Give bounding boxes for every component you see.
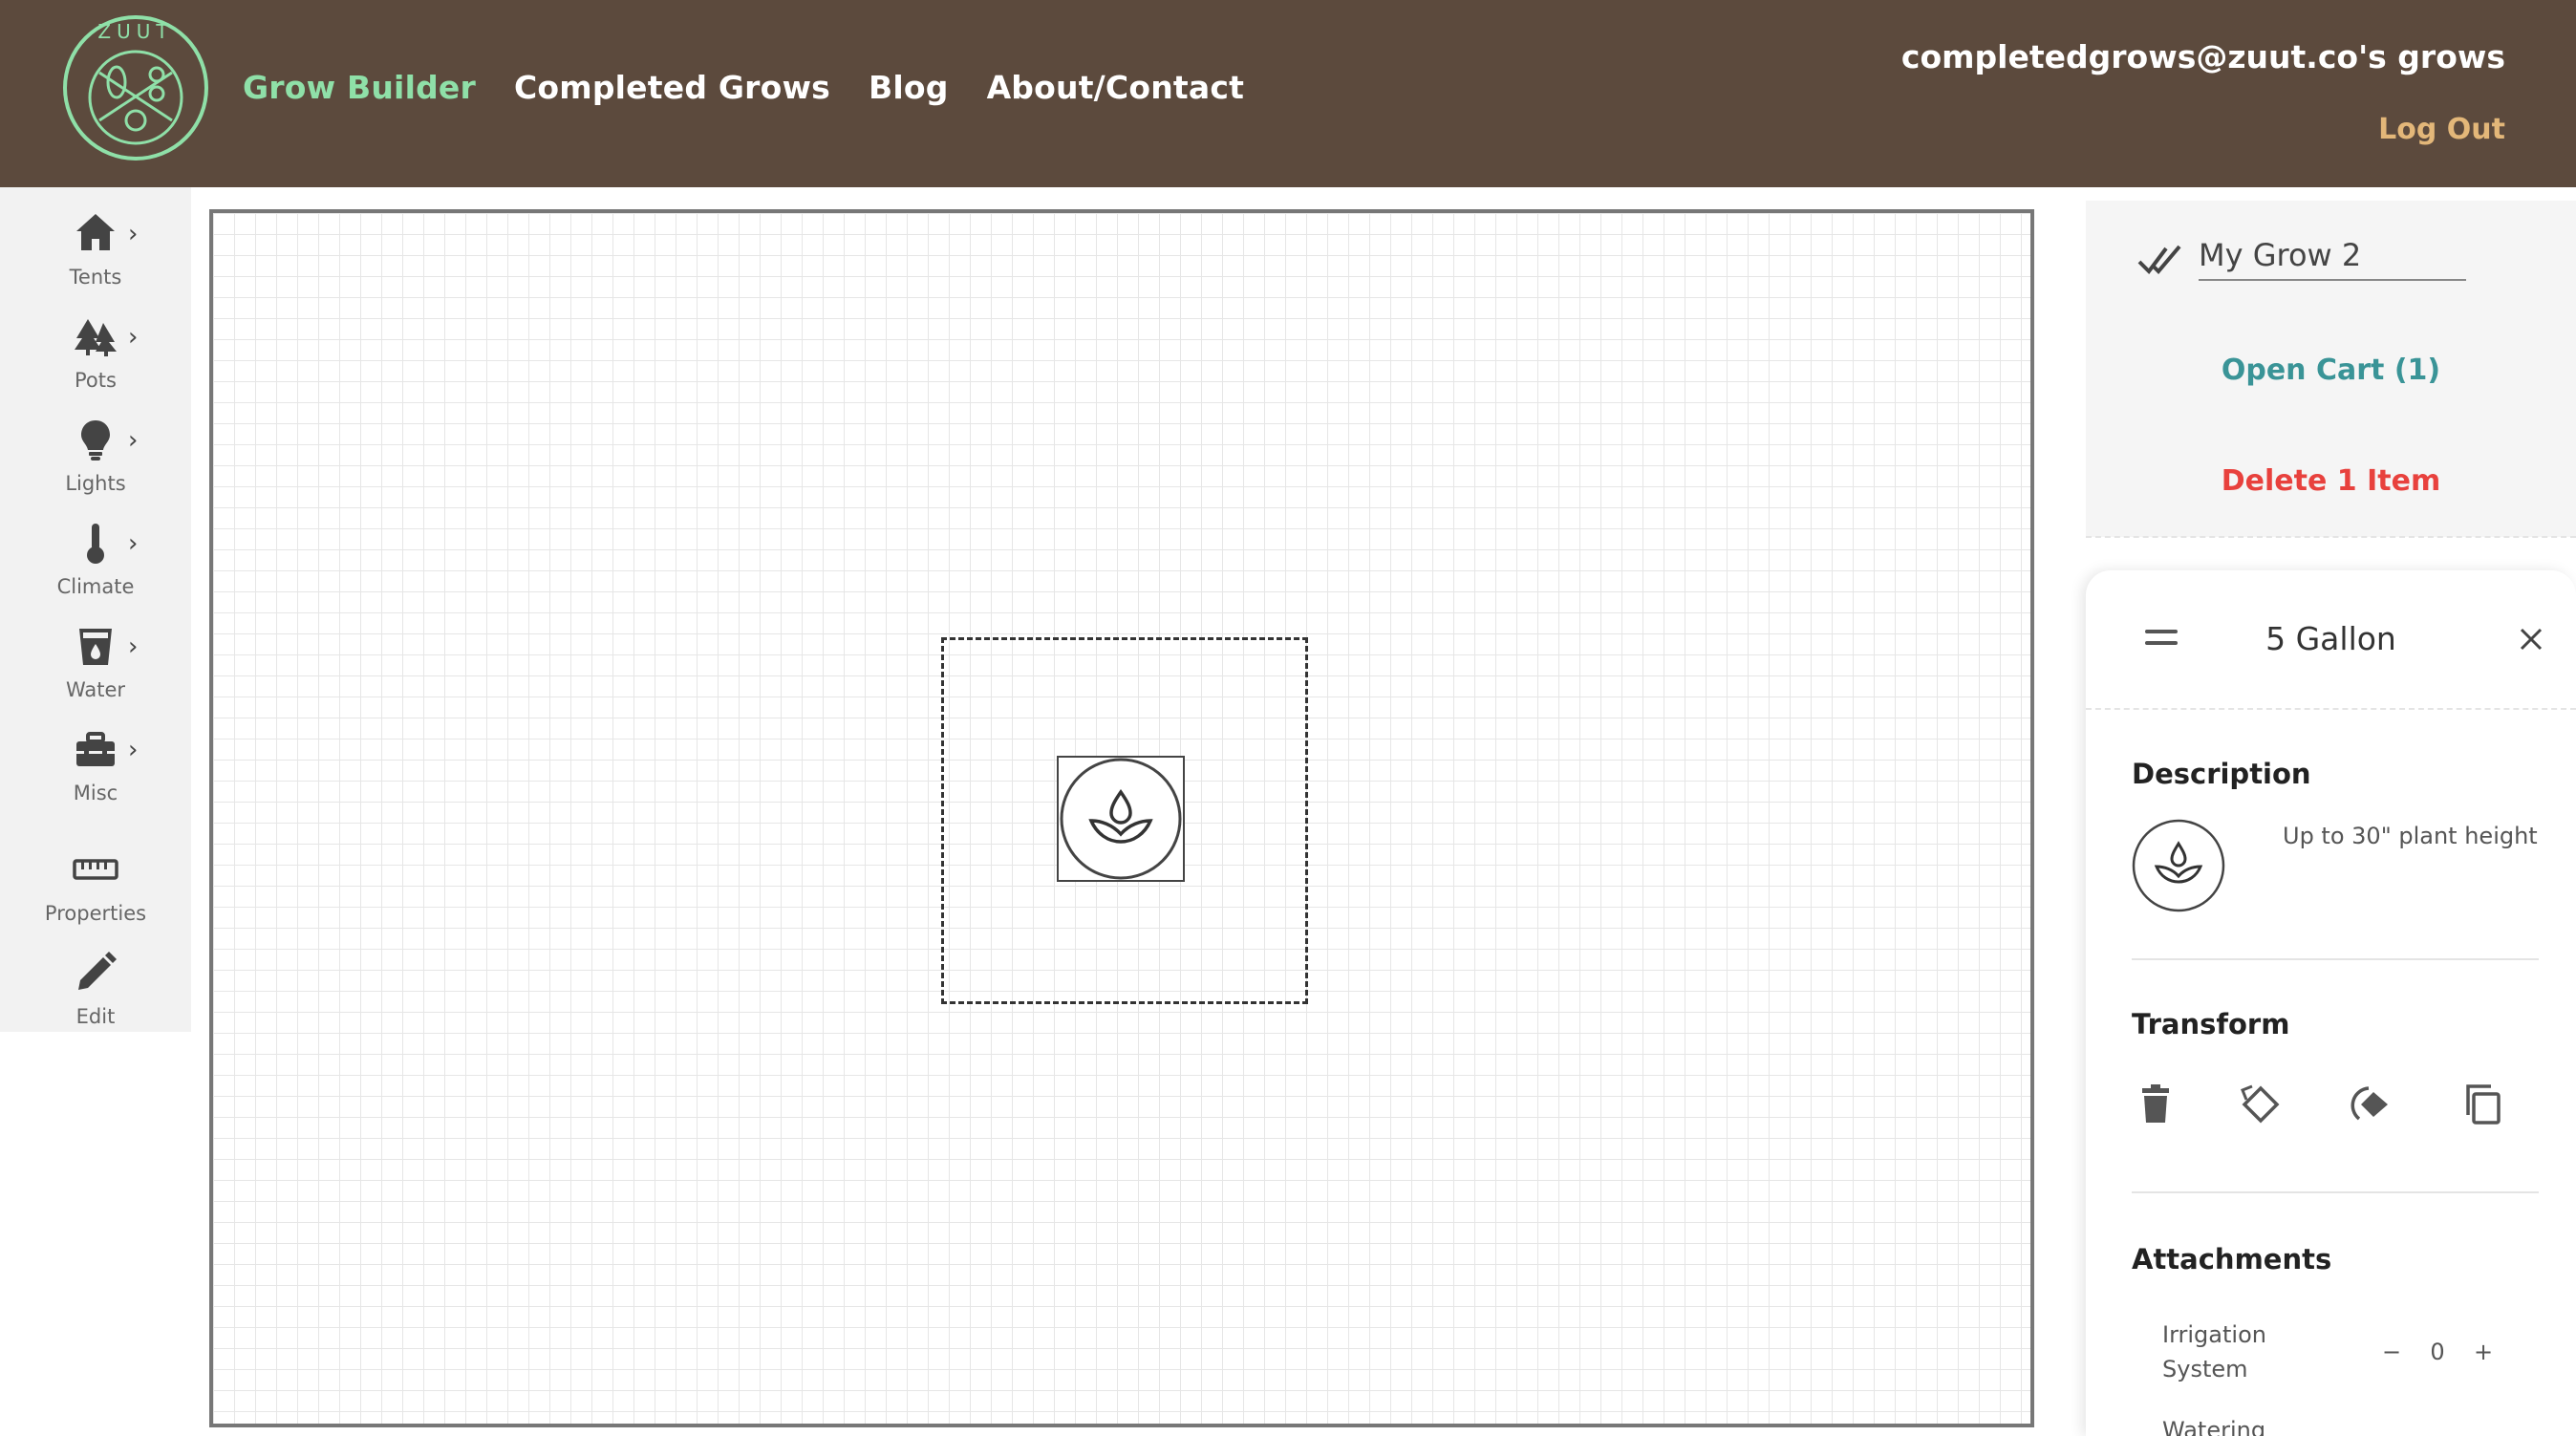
attachment-quantity-stepper: − 0 + [2369, 1339, 2506, 1365]
nav-blog[interactable]: Blog [869, 69, 949, 106]
svg-text:ZUUT: ZUUT [97, 20, 173, 43]
toolbar-item-water[interactable]: › Water [0, 611, 191, 707]
double-check-icon [2137, 245, 2181, 275]
left-toolbar: › Tents › Pots › Lights › Climate › Wate… [0, 187, 191, 1032]
toolbox-icon [76, 732, 115, 766]
plant-icon [1060, 758, 1182, 880]
chevron-right-icon: › [128, 323, 139, 352]
section-divider [2132, 958, 2539, 960]
grow-name-input[interactable]: My Grow 2 [2199, 235, 2466, 281]
pencil-icon [78, 952, 117, 990]
attachment-label: Irrigation System [2162, 1321, 2266, 1382]
chevron-right-icon: › [128, 736, 139, 764]
toolbar-item-label: Climate [56, 575, 135, 598]
toolbar-item-misc[interactable]: › Misc [0, 715, 191, 810]
panel-divider [2086, 536, 2576, 538]
toolbar-item-label: Misc [73, 782, 118, 804]
bulb-icon [81, 420, 110, 461]
quantity-value: 0 [2430, 1339, 2445, 1365]
attachments-heading: Attachments [2132, 1243, 2332, 1275]
toolbar-item-label: Edit [75, 1005, 116, 1028]
toolbar-item-lights[interactable]: › Lights [0, 405, 191, 501]
main-nav: Grow Builder Completed Grows Blog About/… [243, 69, 1244, 106]
pot-item-5-gallon[interactable] [1057, 756, 1185, 882]
user-grows-label[interactable]: completedgrows@zuut.co's grows [1901, 38, 2505, 75]
toolbar-item-label: Tents [69, 266, 122, 289]
top-navbar: ZUUT Grow Builder Completed Grows Blog A… [0, 0, 2576, 187]
attachment-label: Watering [2162, 1417, 2266, 1436]
toolbar-item-edit[interactable]: Edit [0, 938, 191, 1034]
item-detail-card: 5 Gallon Description Up to 30" plant hei… [2086, 570, 2576, 1436]
toolbar-item-label: Pots [75, 369, 117, 392]
item-title: 5 Gallon [2265, 620, 2396, 657]
toolbar-item-label: Lights [65, 472, 126, 495]
copy-icon[interactable] [2460, 1082, 2504, 1126]
home-icon [76, 214, 115, 250]
logout-link[interactable]: Log Out [2378, 113, 2505, 146]
ruler-icon [73, 859, 118, 880]
thermometer-icon [87, 524, 104, 564]
item-description: Up to 30" plant height [2283, 823, 2538, 849]
item-card-header: 5 Gallon [2086, 570, 2576, 710]
decrement-button[interactable]: − [2369, 1339, 2415, 1365]
nav-grow-builder[interactable]: Grow Builder [243, 69, 476, 106]
close-icon[interactable] [2512, 620, 2550, 658]
toolbar-item-tents[interactable]: › Tents [0, 199, 191, 294]
nav-completed-grows[interactable]: Completed Grows [514, 69, 830, 106]
toolbar-item-label: Water [65, 678, 126, 701]
zuut-logo[interactable]: ZUUT [61, 13, 210, 162]
trash-icon[interactable] [2134, 1082, 2178, 1126]
section-divider [2132, 1191, 2539, 1193]
chevron-right-icon: › [128, 529, 139, 558]
rotate-left-icon[interactable] [2239, 1082, 2283, 1126]
toolbar-item-pots[interactable]: › Pots [0, 302, 191, 397]
plant-icon [2132, 819, 2225, 912]
toolbar-item-label: Properties [44, 902, 147, 925]
chevron-right-icon: › [128, 426, 139, 455]
toolbar-item-climate[interactable]: › Climate [0, 508, 191, 604]
rotate-right-icon[interactable] [2350, 1082, 2394, 1126]
chevron-right-icon: › [128, 220, 139, 248]
increment-button[interactable]: + [2460, 1339, 2506, 1365]
nav-about-contact[interactable]: About/Contact [987, 69, 1245, 106]
trees-icon [75, 319, 117, 356]
description-heading: Description [2132, 758, 2311, 790]
cup-icon [79, 629, 112, 665]
open-cart-button[interactable]: Open Cart (1) [2086, 354, 2576, 387]
transform-heading: Transform [2132, 1008, 2290, 1040]
grow-summary-panel: My Grow 2 Open Cart (1) Delete 1 Item [2086, 201, 2576, 537]
delete-item-button[interactable]: Delete 1 Item [2086, 464, 2576, 498]
toolbar-item-properties[interactable]: Properties [0, 835, 191, 931]
chevron-right-icon: › [128, 632, 139, 661]
